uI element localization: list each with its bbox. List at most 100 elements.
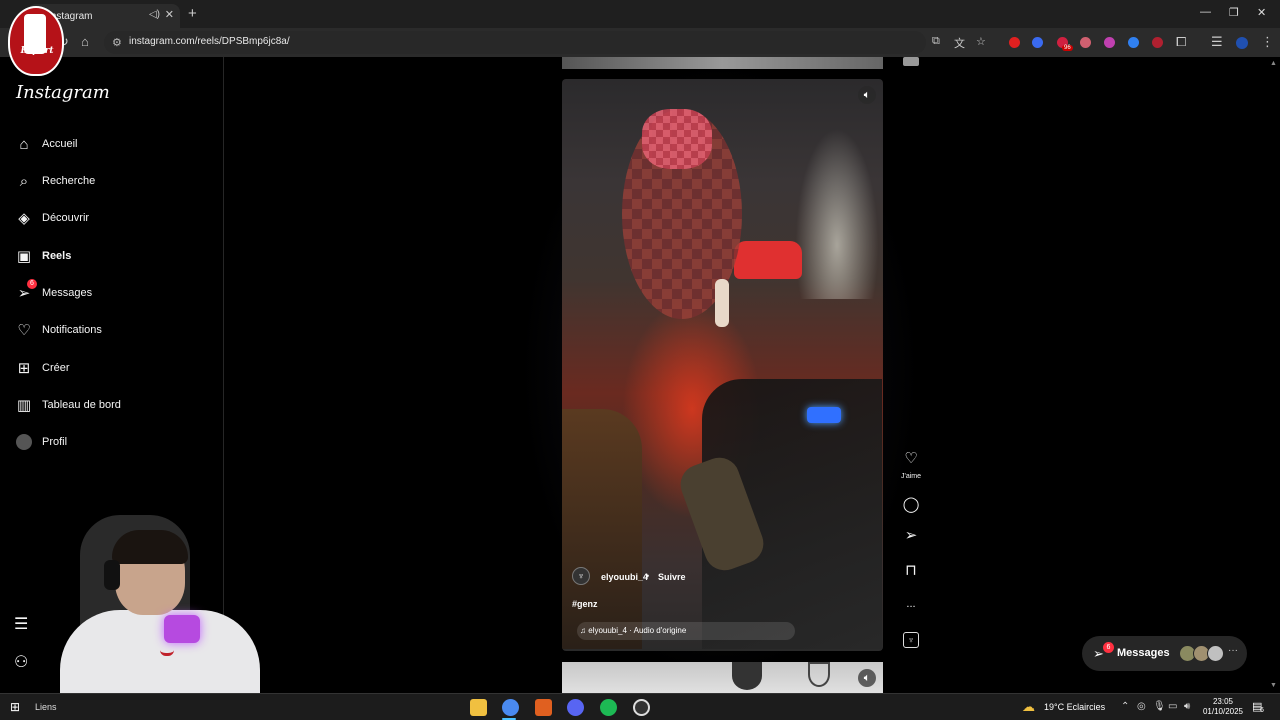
more-options-icon[interactable]: ... — [903, 596, 919, 612]
tray-expand-icon[interactable]: ⌃ — [1121, 701, 1129, 712]
reels-icon: ▣ — [16, 248, 32, 265]
home-icon: ⌂ — [19, 135, 29, 153]
sidebar-item-messages[interactable]: ➢ 6 Messages — [14, 278, 214, 308]
sidebar-item-profil[interactable]: Profil — [14, 427, 214, 457]
comment-icon[interactable]: ◯ — [903, 496, 920, 513]
next-reel-preview[interactable] — [562, 662, 883, 693]
media-controls-icon[interactable]: ☰ — [1211, 34, 1223, 50]
browser-tab-bar: Instagram ◁) ✕ + — ❐ ✕ — [0, 0, 1280, 28]
obs-icon[interactable] — [633, 699, 650, 716]
profile-avatar-icon[interactable] — [1236, 37, 1248, 49]
reel-user-avatar[interactable]: ♆ — [572, 567, 590, 585]
sidebar-item-label: Tableau de bord — [42, 399, 121, 411]
browser-toolbar: ← → ↻ ⌂ ⚙ instagram.com/reels/DPSBmp6jc8… — [0, 28, 1280, 57]
sidebar-item-tableau-de-bord[interactable]: ▥ Tableau de bord — [14, 390, 214, 420]
site-info-icon[interactable]: ⚙ — [112, 36, 122, 49]
search-icon: ⌕ — [19, 172, 29, 190]
address-bar[interactable]: ⚙ instagram.com/reels/DPSBmp6jc8a/ ⧉ 文 ☆ — [104, 31, 986, 54]
taskbar-links-label[interactable]: Liens — [35, 702, 57, 712]
previous-reel-edge[interactable] — [562, 57, 883, 69]
more-conversations-icon: ··· — [1228, 645, 1238, 656]
minimize-icon[interactable]: — — [1200, 6, 1211, 18]
network-icon[interactable]: ▭ — [1168, 701, 1177, 712]
next-reel-tree — [732, 662, 762, 690]
instagram-logo[interactable]: Instagram — [16, 82, 110, 103]
taskbar-clock[interactable]: 23:05 01/10/2025 — [1198, 697, 1248, 717]
discord-icon[interactable] — [567, 699, 584, 716]
reel-username[interactable]: elyouubi_4 — [601, 572, 648, 582]
streamer-hair — [112, 530, 188, 564]
pedestrian — [715, 279, 729, 327]
windows-taskbar: ⊞ Liens ☁ 19°C Eclaircies ⌃ ◎ 🎙︎ ▭ 🔊︎ 23… — [0, 693, 1280, 720]
extension-blue-icon[interactable] — [1128, 37, 1139, 48]
window-close-icon[interactable]: ✕ — [1257, 6, 1266, 19]
translate-icon[interactable]: 文 — [954, 35, 965, 51]
new-tab-icon[interactable]: + — [188, 5, 197, 22]
extension-crimson-icon[interactable] — [1152, 37, 1163, 48]
share-icon[interactable]: ➢ — [903, 527, 919, 544]
reel-video[interactable] — [562, 79, 883, 651]
sidebar-item-label: Messages — [42, 287, 93, 299]
sidebar-item-notifications[interactable]: ♡ Notifications — [14, 315, 214, 345]
messages-floating-button[interactable]: ➢ 6 Messages ··· — [1082, 636, 1247, 671]
volume-icon[interactable]: 🔊︎ — [1184, 701, 1190, 712]
next-mute-icon[interactable]: 🔈︎ — [858, 669, 876, 687]
storefront-light — [792, 119, 882, 299]
plus-square-icon: ⊞ — [17, 360, 31, 377]
next-reel-lamp — [808, 662, 830, 687]
sidebar-item-decouvrir[interactable]: ◈ Découvrir — [14, 203, 214, 233]
extension-purple-icon[interactable] — [1104, 37, 1115, 48]
restore-icon[interactable]: ❐ — [1229, 6, 1239, 19]
weather-text[interactable]: 19°C Eclaircies — [1044, 702, 1105, 712]
compass-icon: ◈ — [18, 210, 30, 227]
extensions-puzzle-icon[interactable]: ⧠ — [1176, 34, 1186, 50]
bookmark-star-icon[interactable]: ☆ — [976, 35, 986, 48]
sidebar-item-recherche[interactable]: ⌕ Recherche — [14, 166, 214, 196]
windows-start-icon[interactable]: ⊞ — [10, 700, 20, 714]
chart-icon: ▥ — [16, 397, 32, 414]
scroll-down-icon[interactable]: ▼ — [1270, 682, 1277, 689]
browser-menu-icon[interactable]: ⋮ — [1261, 34, 1274, 50]
install-app-icon[interactable]: ⧉ — [932, 35, 940, 48]
sidebar-item-reels[interactable]: ▣ Reels — [14, 241, 214, 271]
mute-icon[interactable]: 🔈︎ — [858, 86, 876, 104]
sidebar-item-label: Reels — [42, 250, 72, 262]
home-button-icon[interactable]: ⌂ — [81, 34, 89, 49]
tab-close-icon[interactable]: ✕ — [165, 8, 174, 21]
weather-icon[interactable]: ☁ — [1022, 699, 1035, 715]
notification-count: 6 — [1260, 707, 1264, 714]
follow-button[interactable]: Suivre — [658, 572, 686, 582]
tab-audio-icon[interactable]: ◁) — [149, 9, 160, 20]
spotify-icon[interactable] — [600, 699, 617, 716]
save-icon[interactable]: ⊓ — [903, 562, 919, 579]
webcam-overlay — [40, 510, 270, 693]
conversation-avatar — [1207, 645, 1224, 662]
sidebar-item-label: Accueil — [42, 138, 78, 150]
chrome-icon[interactable] — [502, 699, 519, 716]
scroll-up-icon[interactable]: ▲ — [1270, 60, 1277, 67]
reel-caption[interactable]: #genz — [572, 599, 598, 609]
messages-float-badge: 6 — [1103, 642, 1114, 653]
reel-audio-link[interactable]: ♫ elyouubi_4 · Audio d'origine — [577, 622, 795, 640]
like-icon[interactable]: ♡ — [903, 450, 919, 467]
extension-flower-icon[interactable] — [1080, 37, 1091, 48]
sidebar-item-label: Découvrir — [42, 212, 90, 224]
extension-audio-icon[interactable] — [1032, 37, 1043, 48]
microphone-tray-icon[interactable]: 🎙︎ — [1153, 701, 1166, 712]
extension-red-icon[interactable] — [1009, 37, 1020, 48]
more-menu-icon[interactable]: ☰ — [14, 614, 28, 634]
censored-blur-top — [642, 109, 712, 169]
sidebar-item-accueil[interactable]: ⌂ Accueil — [14, 129, 214, 159]
sidebar-item-creer[interactable]: ⊞ Créer — [14, 353, 214, 383]
previous-audio-thumbnail[interactable] — [903, 57, 919, 66]
file-explorer-icon[interactable] — [470, 699, 487, 716]
red-car — [734, 241, 802, 279]
sidebar-item-label: Notifications — [42, 324, 102, 336]
motorbike-dashboard — [807, 407, 841, 423]
sidebar-item-label: Créer — [42, 362, 70, 374]
app-orange-icon[interactable] — [535, 699, 552, 716]
also-from-meta-icon[interactable]: ⚇ — [14, 652, 28, 672]
url-text[interactable]: instagram.com/reels/DPSBmp6jc8a/ — [129, 36, 290, 47]
tray-app-icon[interactable]: ◎ — [1137, 701, 1146, 712]
audio-thumbnail[interactable]: ♆ — [903, 632, 919, 648]
